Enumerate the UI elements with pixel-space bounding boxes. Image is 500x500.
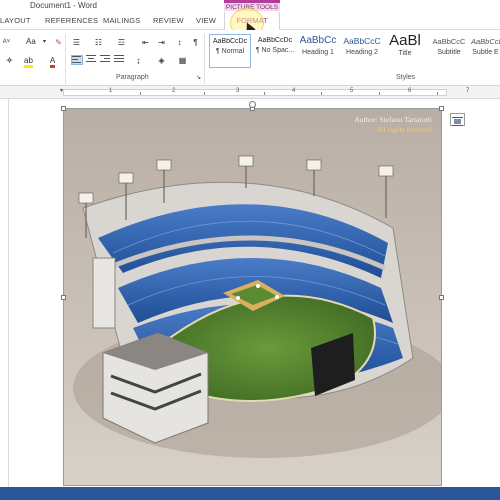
word-window: Document1 - Word PICTURE TOOLS LAYOUT RE… [0,0,500,500]
tab-review[interactable]: REVIEW [153,16,184,25]
ribbon: A˅ Aa ▾ ✎ ✧ ab A ☰ ☷ ☲ ⇤ ⇥ ↕ ¶ ↨ ◈ ▦ Par… [0,30,500,86]
shading-icon[interactable]: ◈ [155,54,168,67]
text-effects-icon[interactable]: ✧ [3,54,16,67]
style-heading-2[interactable]: AaBbCcC Heading 2 [341,34,383,68]
style-title[interactable]: AaBl Title [385,32,425,68]
style-no-spacing[interactable]: AaBbCcDc ¶ No Spac... [254,34,296,68]
align-center-icon[interactable] [86,55,98,65]
change-case-dropdown-icon[interactable]: ▾ [38,36,51,49]
stadium-picture[interactable]: Author: Stefano Tartarotti All rights re… [63,108,442,486]
window-title: Document1 - Word [30,1,97,10]
style-sample: AaBbCcC [343,36,381,46]
ruler-number: 7 [466,88,470,94]
line-spacing-icon[interactable]: ↨ [132,54,145,67]
multilevel-list-icon[interactable]: ☲ [115,36,128,49]
tab-references[interactable]: REFERENCES [45,16,98,25]
change-case-button[interactable]: Aa [26,36,36,48]
indent-marker-icon[interactable]: ▾ [60,87,63,94]
justify-icon[interactable] [114,55,126,65]
layout-options-button[interactable] [450,113,465,126]
decrease-indent-icon[interactable]: ⇤ [139,36,152,49]
style-name: ¶ Normal [215,48,245,55]
style-name: Heading 2 [346,49,378,56]
group-separator [65,34,66,84]
ruler-number: 3 [236,88,240,94]
style-sample: AaBbCc [299,35,337,46]
group-separator [204,34,205,84]
highlight-color-icon[interactable]: ab [22,54,35,68]
paragraph-group-label: Paragraph [116,74,149,81]
ruler-tick [140,92,141,95]
stadium-illustration [73,155,442,458]
author-watermark: Author: Stefano Tartarotti [354,115,432,124]
clear-formatting-icon[interactable]: ✎ [52,36,65,49]
resize-handle-top-left[interactable] [61,106,66,111]
increase-indent-icon[interactable]: ⇥ [155,36,168,49]
page-edge [8,99,9,487]
layout-options-icon [452,117,463,126]
style-sample: AaBbCcDc [212,38,248,45]
ruler-tick [379,92,380,95]
rotate-handle-icon[interactable] [249,101,256,108]
ruler-text-area [63,89,447,96]
style-subtitle[interactable]: AaBbCcC Subtitle [429,34,469,68]
align-left-icon[interactable] [71,55,83,65]
style-heading-1[interactable]: AaBbCc Heading 1 [297,34,339,68]
tab-layout[interactable]: LAYOUT [0,16,31,25]
resize-handle-left[interactable] [61,295,66,300]
style-sample: AaBl [389,32,421,49]
ruler-number: 5 [350,88,354,94]
tab-view[interactable]: VIEW [196,16,216,25]
shrink-font-icon[interactable]: A˅ [0,36,13,49]
align-right-icon[interactable] [100,55,112,65]
sort-icon[interactable]: ↕ [173,36,186,49]
ruler-tick [321,92,322,95]
style-name: Heading 1 [302,49,334,56]
ruler-number: 6 [408,88,412,94]
style-name: Title [398,50,412,57]
style-name: ¶ No Spac... [255,47,295,54]
styles-group-label: Styles [396,74,416,81]
rights-watermark: All rights reserved [376,125,432,134]
bullets-icon[interactable]: ☰ [70,36,83,49]
style-normal[interactable]: AaBbCcDc ¶ Normal [209,34,251,68]
ruler-number: 1 [109,88,113,94]
status-bar [0,487,500,500]
ruler-tick [204,92,205,95]
horizontal-ruler[interactable]: 1 2 3 4 5 6 7 ▾ [0,86,500,99]
numbering-icon[interactable]: ☷ [92,36,105,49]
style-sample: AaBbCcDc [257,37,293,44]
style-sample: AaBbCcC [432,37,466,46]
style-name: Subtle E [472,49,499,56]
style-subtle-emphasis[interactable]: AaBbCcD Subtle E [471,34,500,68]
ruler-number: 2 [172,88,176,94]
borders-icon[interactable]: ▦ [176,54,189,67]
tab-mailings[interactable]: MAILINGS [103,16,140,25]
show-formatting-icon[interactable]: ¶ [189,36,202,49]
ruler-tick [437,92,438,95]
ruler-number: 4 [292,88,296,94]
style-name: Subtitle [437,49,461,56]
resize-handle-top-right[interactable] [439,106,444,111]
font-color-icon[interactable]: A [46,54,59,68]
ruler-tick [264,92,265,95]
styles-gallery: AaBbCcDc ¶ Normal AaBbCcDc ¶ No Spac... … [207,32,500,72]
resize-handle-right[interactable] [439,295,444,300]
style-sample: AaBbCcD [471,37,500,46]
